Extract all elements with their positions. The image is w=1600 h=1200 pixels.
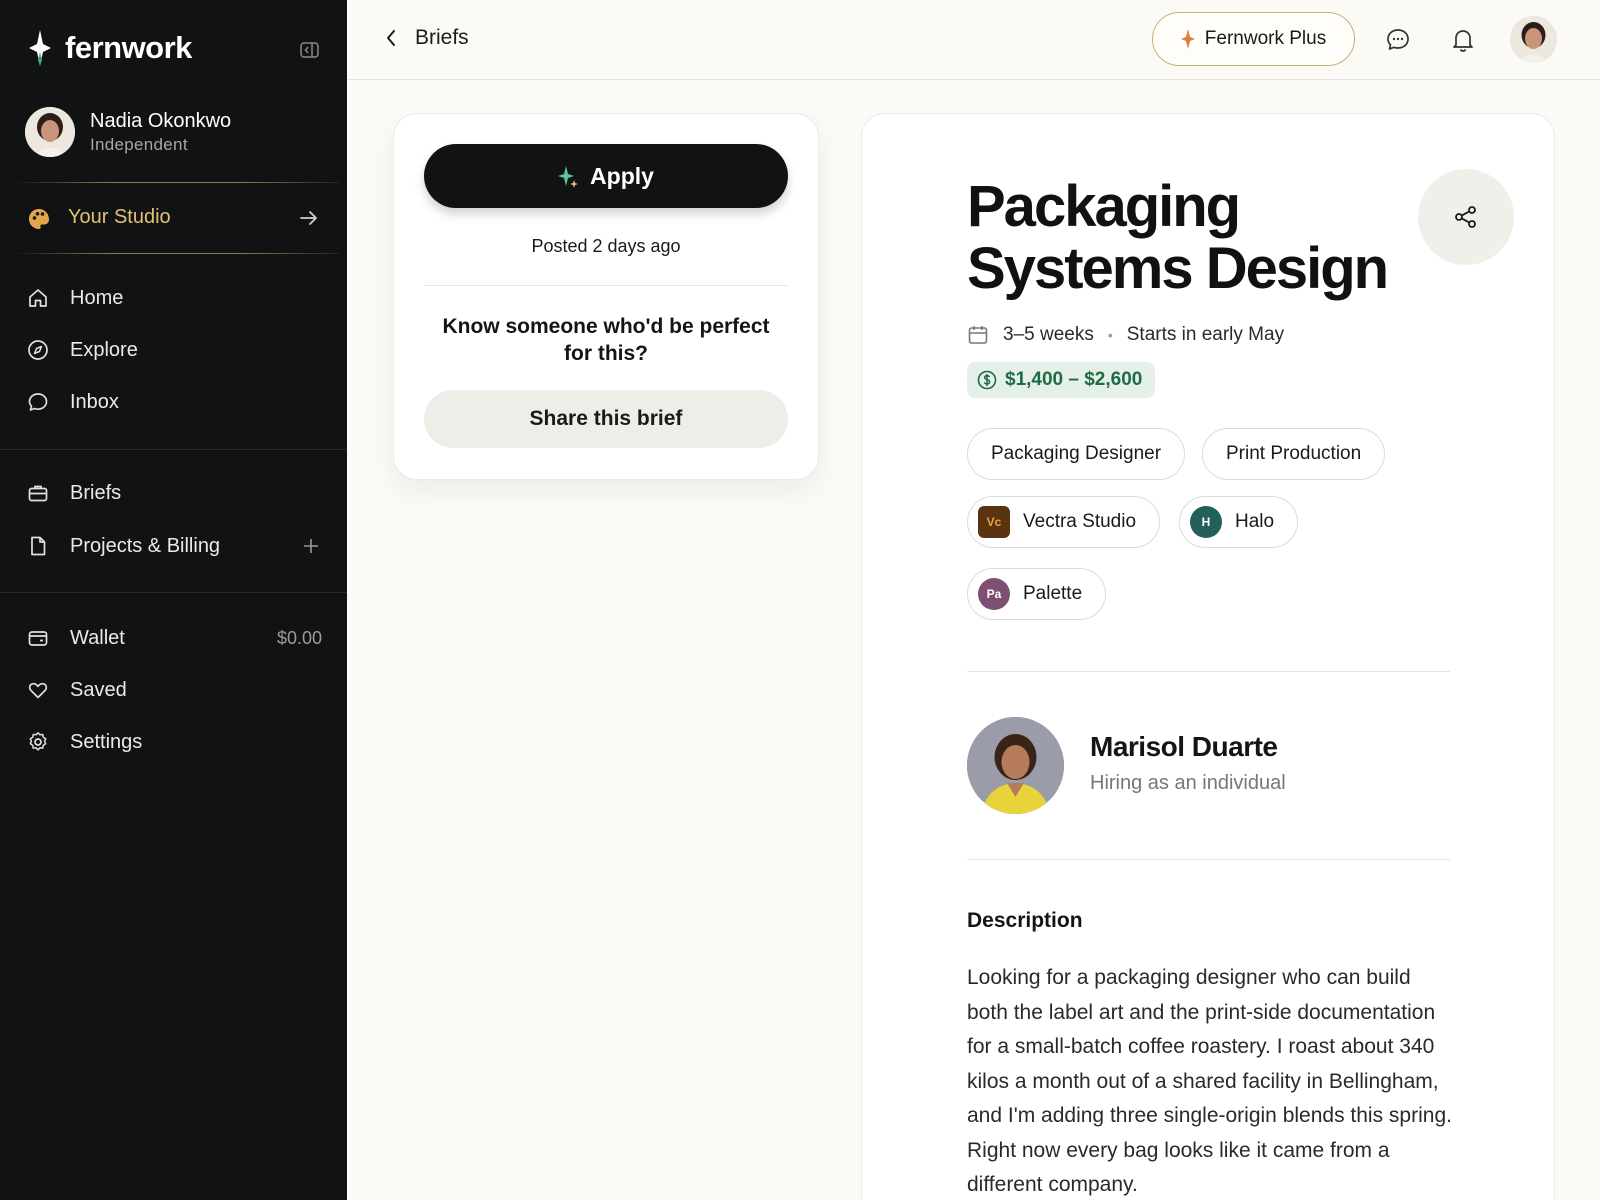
document-icon bbox=[31, 536, 46, 556]
sidebar-item-projects-billing[interactable]: Projects & Billing bbox=[0, 524, 347, 568]
budget-range: $1,400 – $2,600 bbox=[1005, 369, 1143, 390]
breadcrumb-label: Briefs bbox=[415, 26, 469, 49]
share-button[interactable] bbox=[1418, 169, 1514, 265]
account-avatar[interactable] bbox=[1510, 16, 1557, 63]
tool-name: Halo bbox=[1235, 511, 1275, 532]
sparkle-logo-icon bbox=[29, 30, 51, 66]
sidebar-divider bbox=[0, 592, 347, 593]
sidebar-item-label: Settings bbox=[70, 730, 143, 753]
apply-card: Apply Posted 2 days ago Know someone who… bbox=[393, 113, 819, 480]
app-name: fernwork bbox=[65, 30, 192, 65]
gear-icon bbox=[29, 732, 47, 751]
client-name: Marisol Duarte bbox=[1090, 731, 1278, 762]
your-studio-label: Your Studio bbox=[68, 206, 171, 228]
brief-start: Starts in early May bbox=[1126, 324, 1285, 345]
sidebar: fernwork Nadia Okonkwo Independent Your … bbox=[0, 0, 347, 1200]
sidebar-item-wallet[interactable]: Wallet $0.00 bbox=[0, 616, 347, 660]
share-brief-button[interactable]: Share this brief bbox=[424, 390, 788, 448]
user-avatar bbox=[25, 107, 75, 157]
fernwork-plus-label: Fernwork Plus bbox=[1204, 28, 1327, 49]
briefcase-icon bbox=[28, 485, 48, 502]
sidebar-item-label: Explore bbox=[70, 338, 138, 361]
user-name: Nadia Okonkwo bbox=[90, 110, 232, 132]
apply-label: Apply bbox=[590, 162, 654, 189]
sidebar-item-settings[interactable]: Settings bbox=[0, 720, 347, 764]
referral-prompt: Know someone who'd be perfect for this? bbox=[442, 315, 770, 365]
sidebar-item-inbox[interactable]: Inbox bbox=[0, 380, 347, 424]
user-profile[interactable]: Nadia Okonkwo Independent bbox=[25, 107, 231, 157]
tool-badge: Pa bbox=[978, 578, 1010, 610]
user-info: Nadia Okonkwo Independent bbox=[90, 109, 231, 155]
brief-meta: 3–5 weeks • Starts in early May bbox=[967, 324, 1284, 346]
role-chip[interactable]: Packaging Designer bbox=[967, 428, 1186, 480]
description-heading: Description bbox=[967, 909, 1083, 932]
share-icon bbox=[1455, 206, 1476, 228]
sidebar-divider bbox=[0, 449, 347, 450]
client-avatar[interactable] bbox=[967, 717, 1064, 814]
tool-badge: Vc bbox=[978, 506, 1010, 538]
sidebar-item-label: Projects & Billing bbox=[70, 534, 221, 557]
sidebar-item-briefs[interactable]: Briefs bbox=[0, 471, 347, 515]
studio-top-divider bbox=[14, 182, 339, 183]
messages-icon[interactable] bbox=[1385, 27, 1411, 53]
tool-chip-vectra-studio[interactable]: Vc Vectra Studio bbox=[967, 496, 1161, 548]
brief-duration: 3–5 weeks bbox=[1003, 324, 1094, 345]
chat-icon bbox=[28, 393, 48, 411]
tool-name: Palette bbox=[1023, 583, 1083, 604]
apply-button[interactable]: Apply bbox=[424, 144, 788, 208]
tool-badge: H bbox=[1190, 506, 1222, 538]
calendar-icon bbox=[968, 326, 988, 344]
your-studio-link[interactable]: Your Studio bbox=[0, 182, 339, 254]
tool-chip-halo[interactable]: H Halo bbox=[1179, 496, 1299, 548]
description-body: Looking for a packaging designer who can… bbox=[967, 966, 1452, 1196]
sidebar-item-explore[interactable]: Explore bbox=[0, 328, 347, 372]
role-chip[interactable]: Print Production bbox=[1202, 428, 1386, 480]
budget-badge: $1,400 – $2,600 bbox=[967, 362, 1156, 398]
chevron-left-icon bbox=[387, 30, 395, 46]
sparkle-icon bbox=[1180, 29, 1195, 49]
sidebar-item-label: Briefs bbox=[70, 481, 122, 504]
add-project-icon[interactable] bbox=[303, 538, 319, 554]
sidebar-item-saved[interactable]: Saved bbox=[0, 668, 347, 712]
sidebar-item-label: Wallet bbox=[70, 626, 125, 649]
brief-detail-card: Packaging Systems Design 3–5 weeks • Sta… bbox=[861, 113, 1555, 1200]
section-divider bbox=[967, 671, 1450, 672]
card-divider bbox=[424, 285, 788, 286]
brief-title: Packaging Systems Design bbox=[967, 174, 1389, 301]
sidebar-item-label: Inbox bbox=[70, 390, 119, 413]
back-to-briefs-link[interactable]: Briefs bbox=[385, 26, 469, 50]
client-role: Hiring as an individual bbox=[1090, 772, 1286, 794]
fernwork-plus-button[interactable]: Fernwork Plus bbox=[1152, 12, 1355, 66]
wallet-icon bbox=[28, 631, 48, 646]
sidebar-collapse-icon[interactable] bbox=[300, 42, 319, 58]
home-icon bbox=[29, 289, 47, 307]
sidebar-item-label: Saved bbox=[70, 678, 127, 701]
compass-icon bbox=[28, 340, 48, 360]
wallet-balance: $0.00 bbox=[276, 627, 322, 648]
sidebar-item-home[interactable]: Home bbox=[0, 276, 347, 320]
bell-icon[interactable] bbox=[1450, 27, 1476, 53]
app-root: fernwork Nadia Okonkwo Independent Your … bbox=[0, 0, 1600, 1200]
studio-bottom-divider bbox=[14, 253, 339, 254]
user-role: Independent bbox=[90, 135, 188, 154]
tool-chip-palette[interactable]: Pa Palette bbox=[967, 568, 1107, 620]
section-divider bbox=[967, 859, 1450, 860]
tool-name: Vectra Studio bbox=[1023, 511, 1137, 532]
sidebar-item-label: Home bbox=[70, 286, 124, 309]
logo[interactable]: fernwork bbox=[29, 30, 192, 66]
top-bar: Briefs Fernwork Plus bbox=[347, 0, 1600, 80]
posted-time: Posted 2 days ago bbox=[531, 236, 681, 256]
dollar-icon bbox=[977, 370, 997, 390]
meta-separator: • bbox=[1107, 327, 1113, 343]
heart-icon bbox=[28, 682, 48, 699]
sparkle-icon bbox=[558, 166, 579, 188]
palette-icon bbox=[29, 209, 49, 229]
arrow-right-icon bbox=[300, 211, 317, 225]
